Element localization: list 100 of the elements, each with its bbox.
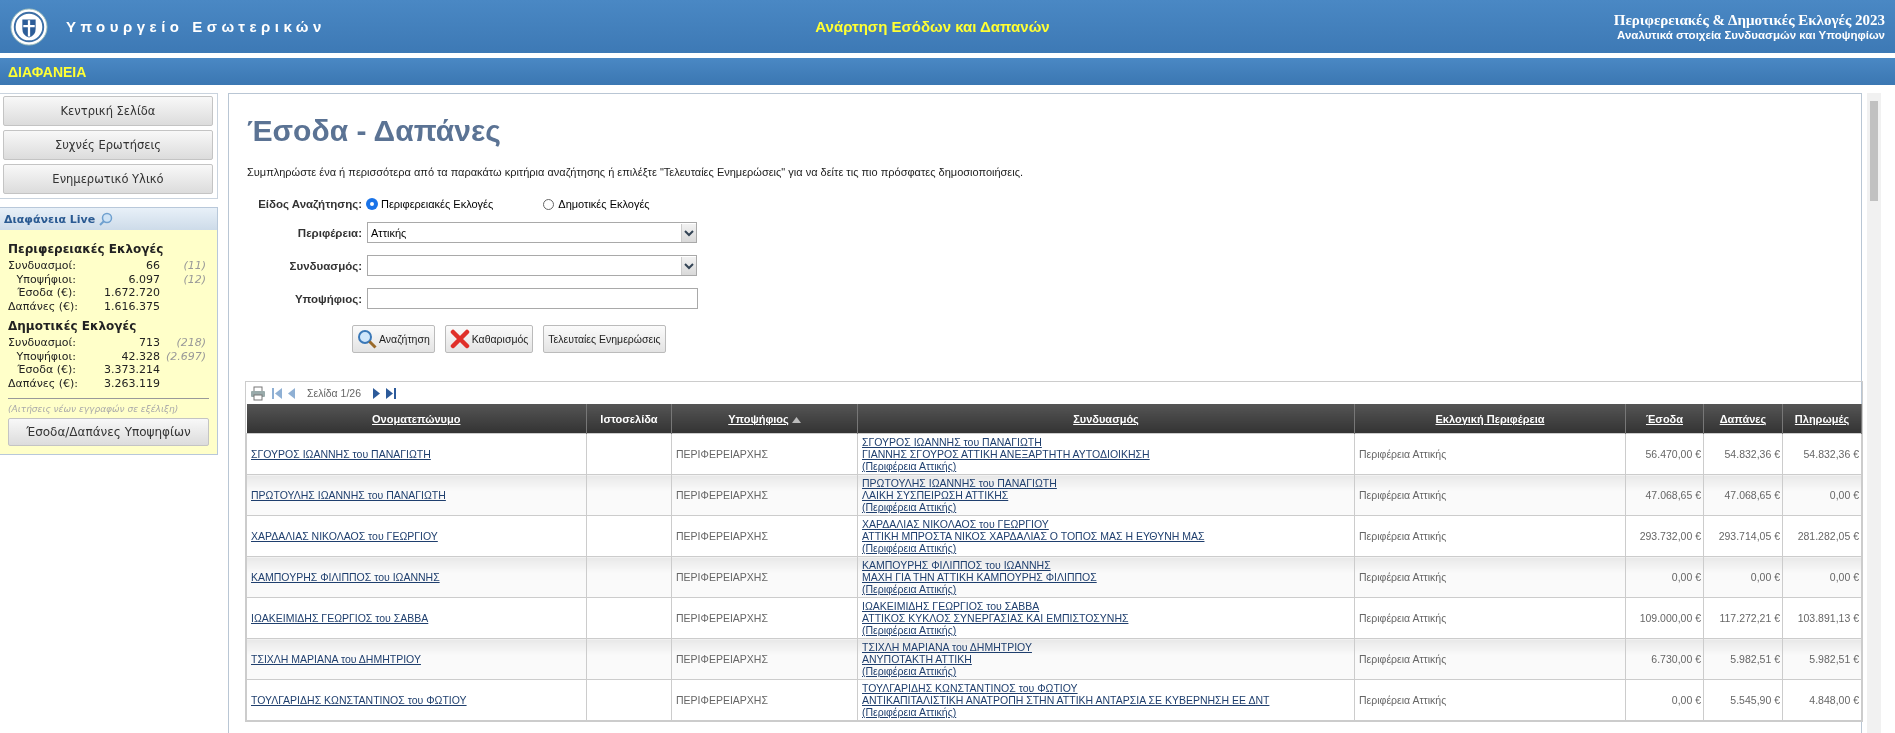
coalition-link[interactable]: ΚΑΜΠΟΥΡΗΣ ΦΙΛΙΠΠΟΣ του ΙΩΑΝΝΗΣ <box>862 559 1350 571</box>
coalition-link[interactable]: ΓΙΑΝΝΗΣ ΣΓΟΥΡΟΣ ΑΤΤΙΚΗ ΑΝΕΞΑΡΤΗΤΗ ΑΥΤΟΔΙΟΙΚΗΣΗ <box>862 448 1350 460</box>
table-cell: 109.000,00 € <box>1639 612 1701 624</box>
page-title: Έσοδα - Δαπάνες <box>247 114 502 148</box>
table-cell: 0,00 € <box>1829 489 1859 501</box>
ministry-name: Υπουργείο Εσωτερικών <box>66 18 326 35</box>
table-cell: 103.891,13 € <box>1797 612 1859 624</box>
table-cell: Περιφέρεια Αττικής <box>1359 489 1447 501</box>
stat-label: Δαπάνες (€): <box>8 376 79 390</box>
radio-label[interactable]: Δημοτικές Εκλογές <box>558 198 650 210</box>
nav-button[interactable]: Κεντρική Σελίδα <box>3 96 213 126</box>
radio-button[interactable] <box>367 199 377 209</box>
page-indicator: Σελίδα 1/26 <box>307 387 362 399</box>
table-cell: Περιφέρεια Αττικής <box>1359 448 1447 460</box>
stat-label: Συνδυασμοί: <box>8 259 77 273</box>
election-subtitle: Αναλυτικά στοιχεία Συνδυασμών και Υποψηφίων <box>1617 29 1885 41</box>
coalition-link[interactable]: ΛΑΙΚΗ ΣΥΣΠΕΙΡΩΣΗ ΑΤΤΙΚΗΣ <box>862 489 1350 501</box>
candidate-link[interactable]: ΧΑΡΔΑΛΙΑΣ ΝΙΚΟΛΑΟΣ του ΓΕΩΡΓΙΟΥ <box>251 530 438 542</box>
form-button[interactable]: Τελευταίες Ενημερώσεις <box>543 325 666 353</box>
stat-value: 1.672.720 <box>103 286 160 300</box>
table-cell: 281.282,05 € <box>1797 530 1859 542</box>
coalition-link[interactable]: ΣΓΟΥΡΟΣ ΙΩΑΝΝΗΣ του ΠΑΝΑΓΙΩΤΗ <box>862 436 1350 448</box>
dropdown-icon <box>681 223 696 242</box>
table-cell: 5.982,51 € <box>1730 653 1780 665</box>
nav-button[interactable]: Συχνές Ερωτήσεις <box>3 130 213 160</box>
form-label: Περιφέρεια: <box>296 226 362 239</box>
coalition-link[interactable]: (Περιφέρεια Αττικής) <box>862 501 1350 513</box>
table-cell: 0,00 € <box>1829 571 1859 583</box>
stat-label: Υποψήφιοι: <box>15 349 77 363</box>
emblem-icon <box>10 7 48 46</box>
column-header[interactable]: Υποψήφιος <box>671 404 858 434</box>
coalition-link[interactable]: ΤΣΙΧΛΗ ΜΑΡΙΑΝΑ του ΔΗΜΗΤΡΙΟΥ <box>862 641 1350 653</box>
candidate-link[interactable]: ΣΓΟΥΡΟΣ ΙΩΑΝΝΗΣ του ΠΑΝΑΓΙΩΤΗ <box>251 448 431 460</box>
table-cell: 293.732,00 € <box>1639 530 1701 542</box>
coalition-link[interactable]: (Περιφέρεια Αττικής) <box>862 665 1350 677</box>
coalition-link[interactable]: ΑΝΤΙΚΑΠΙΤΑΛΙΣΤΙΚΗ ΑΝΑΤΡΟΠΗ ΣΤΗΝ ΑΤΤΙΚΗ ΑΝΤΑΡΣΙΑ ΣΕ ΚΥΒΕΡΝΗΣΗ ΕΕ ΔΝΤ <box>862 694 1350 706</box>
column-header[interactable]: Πληρωμές <box>1782 404 1862 434</box>
column-header[interactable]: Συνδυασμός <box>857 404 1355 434</box>
live-title: Διαφάνεια Live <box>4 212 96 226</box>
next-page-icon[interactable] <box>373 387 381 399</box>
coalition-link[interactable]: (Περιφέρεια Αττικής) <box>862 706 1350 718</box>
coalition-link[interactable]: ΠΡΩΤΟΥΛΗΣ ΙΩΑΝΝΗΣ του ΠΑΝΑΓΙΩΤΗ <box>862 477 1350 489</box>
form-button[interactable]: Καθαρισμός <box>444 325 534 353</box>
nav-button[interactable]: Ενημερωτικό Υλικό <box>3 164 213 194</box>
form-button[interactable]: Αναζήτηση <box>352 325 435 353</box>
stat-note: (12) <box>183 272 206 286</box>
coalition-link[interactable]: ΙΩΑΚΕΙΜΙΔΗΣ ΓΕΩΡΓΙΟΣ του ΣΑΒΒΑ <box>862 600 1350 612</box>
first-page-icon[interactable] <box>272 387 282 399</box>
coalition-link[interactable]: (Περιφέρεια Αττικής) <box>862 542 1350 554</box>
column-header[interactable]: Έσοδα <box>1625 404 1704 434</box>
radio-label[interactable]: Περιφερειακές Εκλογές <box>381 198 494 210</box>
table-cell: 47.068,65 € <box>1645 489 1701 501</box>
stat-value: 1.616.375 <box>103 299 160 313</box>
stat-value: 3.263.119 <box>103 376 160 390</box>
coalition-select[interactable] <box>367 255 697 276</box>
candidate-link[interactable]: ΠΡΩΤΟΥΛΗΣ ΙΩΑΝΝΗΣ του ΠΑΝΑΓΙΩΤΗ <box>251 489 446 501</box>
candidate-field[interactable] <box>367 288 698 309</box>
coalition-link[interactable]: ΧΑΡΔΑΛΙΑΣ ΝΙΚΟΛΑΟΣ του ΓΕΩΡΓΙΟΥ <box>862 518 1350 530</box>
coalition-link[interactable]: ΤΟΥΛΓΑΡΙΔΗΣ ΚΩΝΣΤΑΝΤΙΝΟΣ του ΦΩΤΙΟΥ <box>862 682 1350 694</box>
column-header[interactable]: Ονοματεπώνυμο <box>246 404 587 434</box>
stat-label: Έσοδα (€): <box>16 286 77 300</box>
scrollbar[interactable] <box>1867 93 1881 733</box>
coalition-link[interactable]: (Περιφέρεια Αττικής) <box>862 583 1350 595</box>
coalition-link[interactable]: (Περιφέρεια Αττικής) <box>862 624 1350 636</box>
last-page-icon[interactable] <box>386 387 397 399</box>
stat-label: Δαπάνες (€): <box>8 299 79 313</box>
footnote: (Αιτήσεις νέων εγγραφών σε εξέλιξη) <box>8 404 180 414</box>
table-cell: 6.730,00 € <box>1651 653 1701 665</box>
coalition-link[interactable]: ΜΑΧΗ ΓΙΑ ΤΗΝ ΑΤΤΙΚΗ ΚΑΜΠΟΥΡΗΣ ΦΙΛΙΠΠΟΣ <box>862 571 1350 583</box>
candidates-button[interactable]: Έσοδα/Δαπάνες Υποψηφίων <box>8 418 209 446</box>
section-title: ΔΙΑΦΑΝΕΙΑ <box>8 63 87 80</box>
table-cell: 0,00 € <box>1671 694 1701 706</box>
column-header[interactable]: Δαπάνες <box>1703 404 1783 434</box>
region-select[interactable]: Αττικής <box>367 222 697 243</box>
table-cell: ΠΕΡΙΦΕΡΕΙΑΡΧΗΣ <box>676 448 768 460</box>
form-label: Υποψήφιος: <box>293 292 362 305</box>
candidate-link[interactable]: ΚΑΜΠΟΥΡΗΣ ΦΙΛΙΠΠΟΣ του ΙΩΑΝΝΗΣ <box>251 571 440 583</box>
table-cell: ΠΕΡΙΦΕΡΕΙΑΡΧΗΣ <box>676 489 768 501</box>
stat-value: 3.373.214 <box>103 363 160 377</box>
stat-value: 6.097 <box>127 272 160 286</box>
candidate-link[interactable]: ΙΩΑΚΕΙΜΙΔΗΣ ΓΕΩΡΓΙΟΣ του ΣΑΒΒΑ <box>251 612 429 624</box>
table-cell: 293.714,05 € <box>1718 530 1780 542</box>
stat-label: Έσοδα (€): <box>16 363 77 377</box>
coalition-link[interactable]: ΑΤΤΙΚΟΣ ΚΥΚΛΟΣ ΣΥΝΕΡΓΑΣΙΑΣ ΚΑΙ ΕΜΠΙΣΤΟΣΥΝΗΣ <box>862 612 1350 624</box>
stat-note: (2.697) <box>165 349 206 363</box>
coalition-link[interactable]: ΑΤΤΙΚΗ ΜΠΡΟΣΤΑ ΝΙΚΟΣ ΧΑΡΔΑΛΙΑΣ Ο ΤΟΠΟΣ ΜΑΣ Η ΕΥΘΥΝΗ ΜΑΣ <box>862 530 1350 542</box>
election-title: Περιφερειακές & Δημοτικές Εκλογές 2023 <box>1613 12 1885 29</box>
table-cell: 47.068,65 € <box>1724 489 1780 501</box>
candidate-link[interactable]: ΤΟΥΛΓΑΡΙΔΗΣ ΚΩΝΣΤΑΝΤΙΝΟΣ του ΦΩΤΙΟΥ <box>251 694 467 706</box>
coalition-link[interactable]: (Περιφέρεια Αττικής) <box>862 460 1350 472</box>
stat-label: Υποψήφιοι: <box>15 272 77 286</box>
stat-value: 713 <box>138 336 160 350</box>
form-label: Συνδυασμός: <box>288 259 362 272</box>
candidate-link[interactable]: ΤΣΙΧΛΗ ΜΑΡΙΑΝΑ του ΔΗΜΗΤΡΙΟΥ <box>251 653 421 665</box>
previous-page-icon[interactable] <box>288 387 295 399</box>
column-header[interactable]: Εκλογική Περιφέρεια <box>1354 404 1626 434</box>
print-icon[interactable] <box>250 385 266 401</box>
form-label: Είδος Αναζήτησης: <box>257 198 362 210</box>
coalition-link[interactable]: ΑΝΥΠΟΤΑΚΤΗ ΑΤΤΙΚΗ <box>862 653 1350 665</box>
table-cell: Περιφέρεια Αττικής <box>1359 530 1447 542</box>
